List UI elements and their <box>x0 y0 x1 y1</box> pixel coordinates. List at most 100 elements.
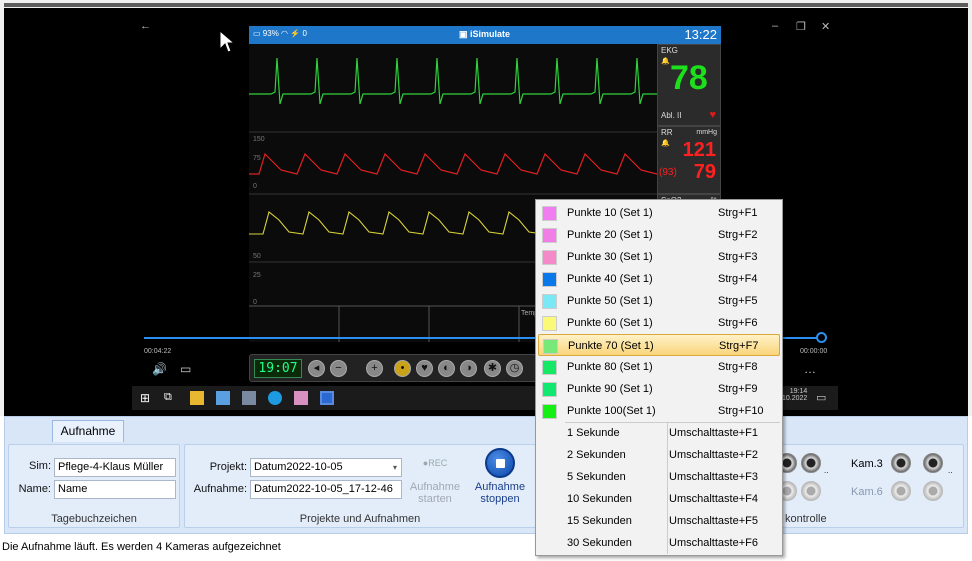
sim-field[interactable]: Pflege-4-Klaus Müller <box>54 458 176 477</box>
camera-icon[interactable] <box>891 453 911 473</box>
minimize-icon[interactable]: – <box>772 20 778 32</box>
minus-button[interactable]: − <box>330 360 347 377</box>
color-swatch <box>542 360 557 375</box>
windows-start-icon[interactable]: ⊞ <box>140 391 154 405</box>
menu-item[interactable]: 10 Sekunden Umschalttaste+F4 <box>538 488 780 510</box>
monitor-header: ▭ 93% ◠ ⚡ 0 ▣ iSimulate 13:22 <box>249 26 721 44</box>
menu-item[interactable]: 2 Sekunden Umschalttaste+F2 <box>538 444 780 466</box>
group-caption: Tagebuchzeichen <box>51 513 137 525</box>
app-icon[interactable] <box>216 391 230 405</box>
menu-item[interactable]: Punkte 20 (Set 1) Strg+F2 <box>538 224 780 246</box>
stop-recording-button[interactable]: Aufnahme stoppen <box>471 448 529 505</box>
menu-item-label: Punkte 100(Set 1) <box>567 405 656 417</box>
battery-icon: ▭ <box>253 29 261 38</box>
heart-button-icon[interactable]: ♥ <box>416 360 433 377</box>
menu-item-label: Punkte 20 (Set 1) <box>567 229 653 241</box>
edge-icon[interactable] <box>268 391 282 405</box>
stop-label: stoppen <box>480 493 520 505</box>
battery-status: ▭ 93% ◠ ⚡ 0 <box>253 29 307 38</box>
heart-icon: ♥ <box>709 109 716 121</box>
tray-clock: 19:14 10.2022 <box>782 388 807 402</box>
total-time: 00:00:00 <box>800 348 828 355</box>
menu-item[interactable]: 5 Sekunden Umschalttaste+F3 <box>538 466 780 488</box>
menu-item[interactable]: 1 Sekunde Umschalttaste+F1 <box>538 422 780 444</box>
start-recording-button[interactable]: ●REC Aufnahme starten <box>407 448 463 505</box>
back-arrow-icon[interactable]: ← <box>140 20 151 32</box>
menu-item[interactable]: 15 Sekunden Umschalttaste+F5 <box>538 510 780 532</box>
scale-label: 75 <box>253 155 261 162</box>
menu-item-shortcut: Strg+F1 <box>718 207 758 219</box>
scale-label: 50 <box>253 253 261 260</box>
status-bar-text: Die Aufnahme läuft. Es werden 4 Kameras … <box>2 541 281 553</box>
scale-label: 0 <box>253 183 257 190</box>
volume-icon[interactable]: 🔊 <box>152 362 167 376</box>
scale-label: 25 <box>253 272 261 279</box>
close-icon[interactable]: ✕ <box>821 20 830 33</box>
alarm-bell-icon[interactable]: • <box>394 360 411 377</box>
app-icon[interactable] <box>294 391 308 405</box>
menu-item-label: Punkte 90 (Set 1) <box>567 383 653 395</box>
menu-item-shortcut: Strg+F5 <box>718 295 758 307</box>
name-field[interactable]: Name <box>54 480 176 499</box>
sim-label: Sim: <box>29 460 51 472</box>
menu-item-label: Punkte 60 (Set 1) <box>567 317 653 329</box>
camera-icon[interactable] <box>891 481 911 501</box>
timer-icon[interactable]: ◷ <box>506 360 523 377</box>
camera-icon[interactable] <box>923 453 943 473</box>
subtitles-icon[interactable]: ▭ <box>180 362 191 376</box>
menu-item[interactable]: Punkte 70 (Set 1) Strg+F7 <box>538 334 780 356</box>
tray-date: 10.2022 <box>782 395 808 402</box>
menu-item[interactable]: Punkte 60 (Set 1) Strg+F6 <box>538 312 780 334</box>
menu-item[interactable]: Punkte 10 (Set 1) Strg+F1 <box>538 202 780 224</box>
media-player-icon[interactable] <box>320 391 334 405</box>
record-icon: ●REC <box>422 458 448 468</box>
camera-icon[interactable] <box>923 481 943 501</box>
bolt-icon: ⚡ <box>290 29 301 38</box>
title-strip-bar <box>4 3 968 7</box>
nibp-icon[interactable]: ◐ <box>438 360 455 377</box>
menu-item[interactable]: Punkte 90 (Set 1) Strg+F9 <box>538 378 780 400</box>
menu-item-label: Punkte 50 (Set 1) <box>567 295 653 307</box>
elapsed-time: 00:04:22 <box>144 348 172 355</box>
chevron-down-icon: ▾ <box>392 463 397 472</box>
app-logo-icon: ▣ <box>459 29 468 39</box>
seek-knob[interactable] <box>816 332 827 343</box>
menu-item[interactable]: 30 Sekunden Umschalttaste+F6 <box>538 532 780 554</box>
notification-icon[interactable]: ▭ <box>816 391 826 404</box>
app-title: ▣ iSimulate <box>459 29 510 40</box>
stop-label: Aufnahme <box>474 481 526 493</box>
scale-label: 150 <box>253 136 265 143</box>
title-strip <box>0 0 972 8</box>
menu-item[interactable]: Punkte 40 (Set 1) Strg+F4 <box>538 268 780 290</box>
kam6-label: Kam.6 <box>851 486 883 498</box>
rr-panel: RR mmHg 🔔 121 (93) 79 <box>657 126 721 194</box>
app-icon[interactable] <box>242 391 256 405</box>
color-swatch <box>542 382 557 397</box>
speaker-icon[interactable]: ◂ <box>308 360 325 377</box>
menu-item[interactable]: Punkte 50 (Set 1) Strg+F5 <box>538 290 780 312</box>
video-area: ← – ❐ ✕ ▭ 93% ◠ ⚡ 0 ▣ iSimulate 13:22 15… <box>0 8 972 416</box>
menu-item[interactable]: Punkte 30 (Set 1) Strg+F3 <box>538 246 780 268</box>
color-swatch <box>542 404 557 419</box>
tab-aufnahme[interactable]: Aufnahme <box>52 420 124 442</box>
menu-item-label: 5 Sekunden <box>567 471 626 483</box>
projekt-select[interactable]: Datum2022-10-05 ▾ <box>250 458 402 477</box>
contrast-icon[interactable]: ◑ <box>460 360 477 377</box>
plus-button[interactable]: + <box>366 360 383 377</box>
menu-item[interactable]: Punkte 80 (Set 1) Strg+F8 <box>538 356 780 378</box>
menu-item-shortcut: Strg+F2 <box>718 229 758 241</box>
settings-icon[interactable]: ✱ <box>484 360 501 377</box>
menu-item-shortcut: Umschalttaste+F2 <box>669 449 758 461</box>
monitor-clock: 13:22 <box>684 27 717 42</box>
file-explorer-icon[interactable] <box>190 391 204 405</box>
more-icon[interactable]: … <box>804 362 816 376</box>
camera-icon[interactable] <box>801 453 821 473</box>
menu-item[interactable]: Punkte 100(Set 1) Strg+F10 <box>538 400 780 422</box>
group-caption: kontrolle <box>785 513 827 525</box>
task-view-icon[interactable]: ⧉ <box>164 391 178 405</box>
more-dots: .. <box>948 466 953 475</box>
aufnahme-field[interactable]: Datum2022-10-05_17-12-46 <box>250 480 402 499</box>
restore-icon[interactable]: ❐ <box>796 20 806 33</box>
camera-icon[interactable] <box>801 481 821 501</box>
arterial-wave <box>249 152 657 175</box>
